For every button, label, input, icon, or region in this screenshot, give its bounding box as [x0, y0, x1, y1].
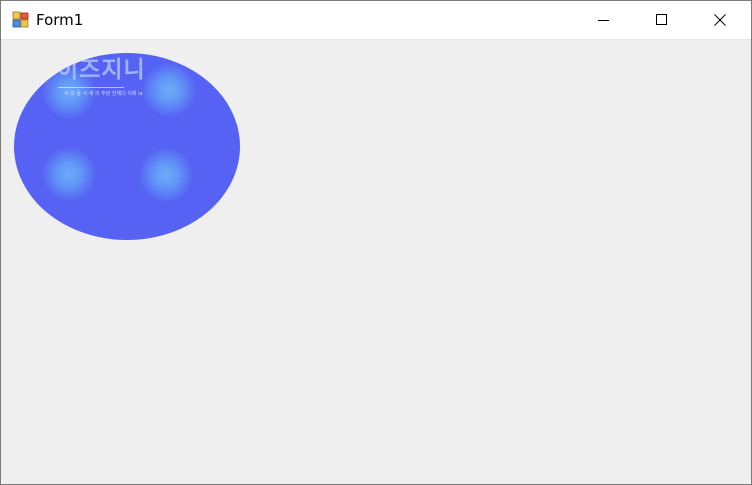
app-window: Form1 이즈지니 수 꼬 용 서 새 의 주장 전체더 이해 ia: [0, 0, 752, 485]
minimize-icon: [598, 11, 610, 30]
maximize-icon: [656, 11, 668, 30]
title-bar[interactable]: Form1: [1, 1, 751, 40]
window-title: Form1: [36, 11, 84, 29]
picture-watermark: 이즈지니: [57, 57, 146, 83]
watermark-underline: [58, 87, 124, 88]
minimize-button[interactable]: [575, 1, 633, 39]
winforms-app-icon[interactable]: [12, 11, 30, 29]
picture-watermark-subtext: 수 꼬 용 서 새 의 주장 전체더 이해 ia: [64, 91, 143, 97]
close-icon: [714, 11, 726, 30]
picture-highlight: [139, 148, 193, 202]
form-client-area: 이즈지니 수 꼬 용 서 새 의 주장 전체더 이해 ia: [1, 40, 751, 484]
maximize-button[interactable]: [633, 1, 691, 39]
picture-highlight: [142, 63, 196, 117]
picture-highlight: [42, 147, 96, 201]
close-button[interactable]: [691, 1, 749, 39]
ellipse-picture-box[interactable]: 이즈지니 수 꼬 용 서 새 의 주장 전체더 이해 ia: [14, 53, 240, 240]
